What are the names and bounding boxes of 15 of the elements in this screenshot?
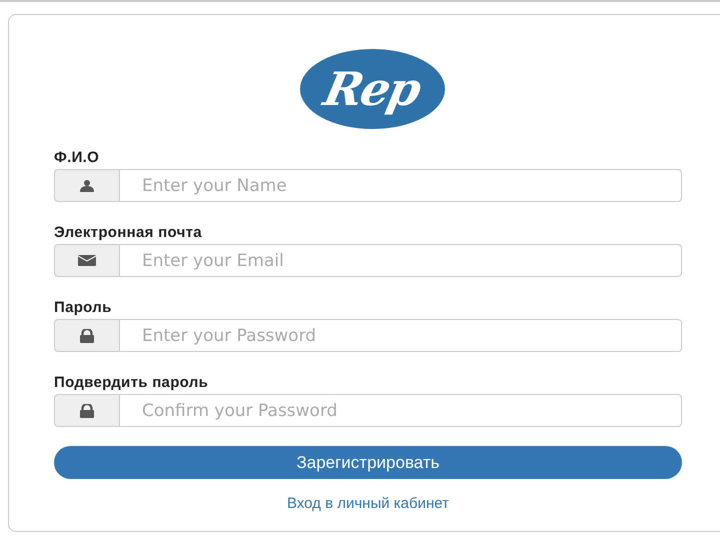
lock-icon: [79, 404, 95, 418]
input-field[interactable]: Enter your Password: [120, 319, 682, 352]
lock-icon: [79, 328, 95, 342]
register-button[interactable]: Зарегистрировать: [54, 446, 682, 479]
field-label: Ф.И.О: [54, 149, 100, 166]
input-field[interactable]: Confirm your Password: [120, 394, 682, 427]
input-field[interactable]: Enter your Name: [120, 169, 682, 202]
logo: Rep: [300, 49, 444, 129]
user-icon: [80, 180, 94, 192]
envelope-icon: [78, 255, 96, 266]
field-label: Пароль: [54, 299, 113, 316]
field-label: Электронная почта: [54, 224, 203, 241]
input-field[interactable]: Enter your Email: [120, 244, 682, 277]
field-label: Подвердить пароль: [54, 374, 210, 391]
login-link[interactable]: Вход в личный кабинет: [287, 495, 449, 512]
